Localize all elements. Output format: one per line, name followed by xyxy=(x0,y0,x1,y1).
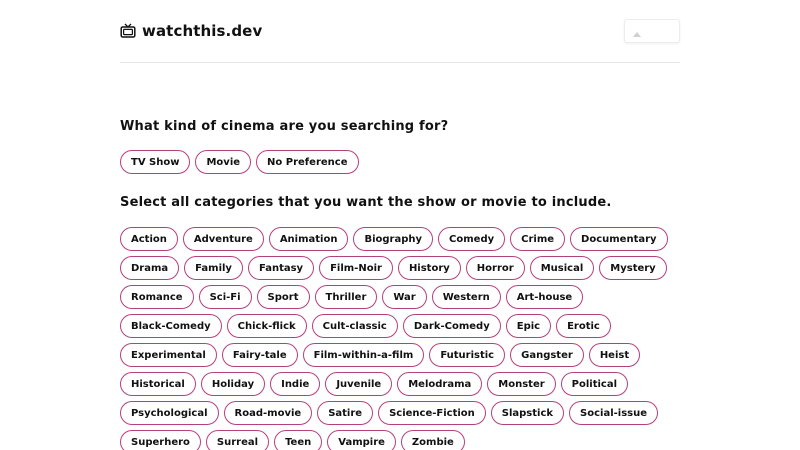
category-social-issue-button[interactable]: Social-issue xyxy=(569,401,659,425)
category-futuristic-button[interactable]: Futuristic xyxy=(429,343,506,367)
category-chick-flick-button[interactable]: Chick-flick xyxy=(226,314,307,338)
category-dark-comedy-button[interactable]: Dark-Comedy xyxy=(402,314,501,338)
category-teen-button[interactable]: Teen xyxy=(274,430,323,450)
category-juvenile-button[interactable]: Juvenile xyxy=(325,372,393,396)
header: watchthis.dev xyxy=(120,18,680,62)
media-type-movie-button[interactable]: Movie xyxy=(195,150,252,174)
category-surreal-button[interactable]: Surreal xyxy=(205,430,270,450)
category-indie-button[interactable]: Indie xyxy=(270,372,321,396)
category-fantasy-button[interactable]: Fantasy xyxy=(247,256,315,280)
category-monster-button[interactable]: Monster xyxy=(487,372,556,396)
category-vampire-button[interactable]: Vampire xyxy=(327,430,396,450)
category-film-within-a-film-button[interactable]: Film-within-a-film xyxy=(302,343,425,367)
category-action-button[interactable]: Action xyxy=(120,227,178,251)
header-divider xyxy=(120,62,680,63)
category-fairy-tale-button[interactable]: Fairy-tale xyxy=(221,343,298,367)
category-psychological-button[interactable]: Psychological xyxy=(120,401,219,425)
category-musical-button[interactable]: Musical xyxy=(529,256,595,280)
category-sci-fi-button[interactable]: Sci-Fi xyxy=(198,285,252,309)
category-mystery-button[interactable]: Mystery xyxy=(599,256,667,280)
category-history-button[interactable]: History xyxy=(397,256,461,280)
category-historical-button[interactable]: Historical xyxy=(120,372,196,396)
media-type-no-preference-button[interactable]: No Preference xyxy=(256,150,359,174)
category-heist-button[interactable]: Heist xyxy=(588,343,641,367)
category-epic-button[interactable]: Epic xyxy=(505,314,552,338)
category-holiday-button[interactable]: Holiday xyxy=(200,372,266,396)
category-animation-button[interactable]: Animation xyxy=(268,227,349,251)
category-gangster-button[interactable]: Gangster xyxy=(510,343,584,367)
category-romance-button[interactable]: Romance xyxy=(120,285,194,309)
media-type-question: What kind of cinema are you searching fo… xyxy=(120,119,449,134)
category-options: Action Adventure Animation Biography Comedy C… xyxy=(120,227,680,450)
category-documentary-button[interactable]: Documentary xyxy=(570,227,668,251)
category-satire-button[interactable]: Satire xyxy=(317,401,374,425)
category-adventure-button[interactable]: Adventure xyxy=(182,227,264,251)
category-cult-classic-button[interactable]: Cult-classic xyxy=(311,314,398,338)
category-war-button[interactable]: War xyxy=(382,285,427,309)
category-western-button[interactable]: Western xyxy=(431,285,501,309)
tv-icon xyxy=(120,23,136,38)
category-slapstick-button[interactable]: Slapstick xyxy=(490,401,565,425)
category-zombie-button[interactable]: Zombie xyxy=(400,430,465,450)
category-thriller-button[interactable]: Thriller xyxy=(314,285,378,309)
category-political-button[interactable]: Political xyxy=(560,372,629,396)
category-road-movie-button[interactable]: Road-movie xyxy=(223,401,313,425)
category-drama-button[interactable]: Drama xyxy=(120,256,180,280)
brand[interactable]: watchthis.dev xyxy=(120,22,262,40)
site-name: watchthis.dev xyxy=(142,22,263,40)
category-comedy-button[interactable]: Comedy xyxy=(438,227,506,251)
page: watchthis.dev What kind of cinema are yo… xyxy=(0,0,800,450)
category-sport-button[interactable]: Sport xyxy=(256,285,310,309)
category-experimental-button[interactable]: Experimental xyxy=(120,343,217,367)
category-black-comedy-button[interactable]: Black-Comedy xyxy=(120,314,222,338)
triangle-up-icon xyxy=(633,32,641,37)
media-type-tv-show-button[interactable]: TV Show xyxy=(120,150,191,174)
category-crime-button[interactable]: Crime xyxy=(510,227,566,251)
category-question: Select all categories that you want the … xyxy=(120,195,612,210)
category-melodrama-button[interactable]: Melodrama xyxy=(397,372,483,396)
theme-toggle-button[interactable] xyxy=(624,19,680,43)
category-family-button[interactable]: Family xyxy=(184,256,243,280)
category-biography-button[interactable]: Biography xyxy=(353,227,434,251)
category-art-house-button[interactable]: Art-house xyxy=(505,285,584,309)
category-film-noir-button[interactable]: Film-Noir xyxy=(319,256,393,280)
category-superhero-button[interactable]: Superhero xyxy=(120,430,201,450)
category-erotic-button[interactable]: Erotic xyxy=(556,314,611,338)
media-type-options: TV Show Movie No Preference xyxy=(120,150,680,174)
category-horror-button[interactable]: Horror xyxy=(465,256,525,280)
category-science-fiction-button[interactable]: Science-Fiction xyxy=(378,401,486,425)
